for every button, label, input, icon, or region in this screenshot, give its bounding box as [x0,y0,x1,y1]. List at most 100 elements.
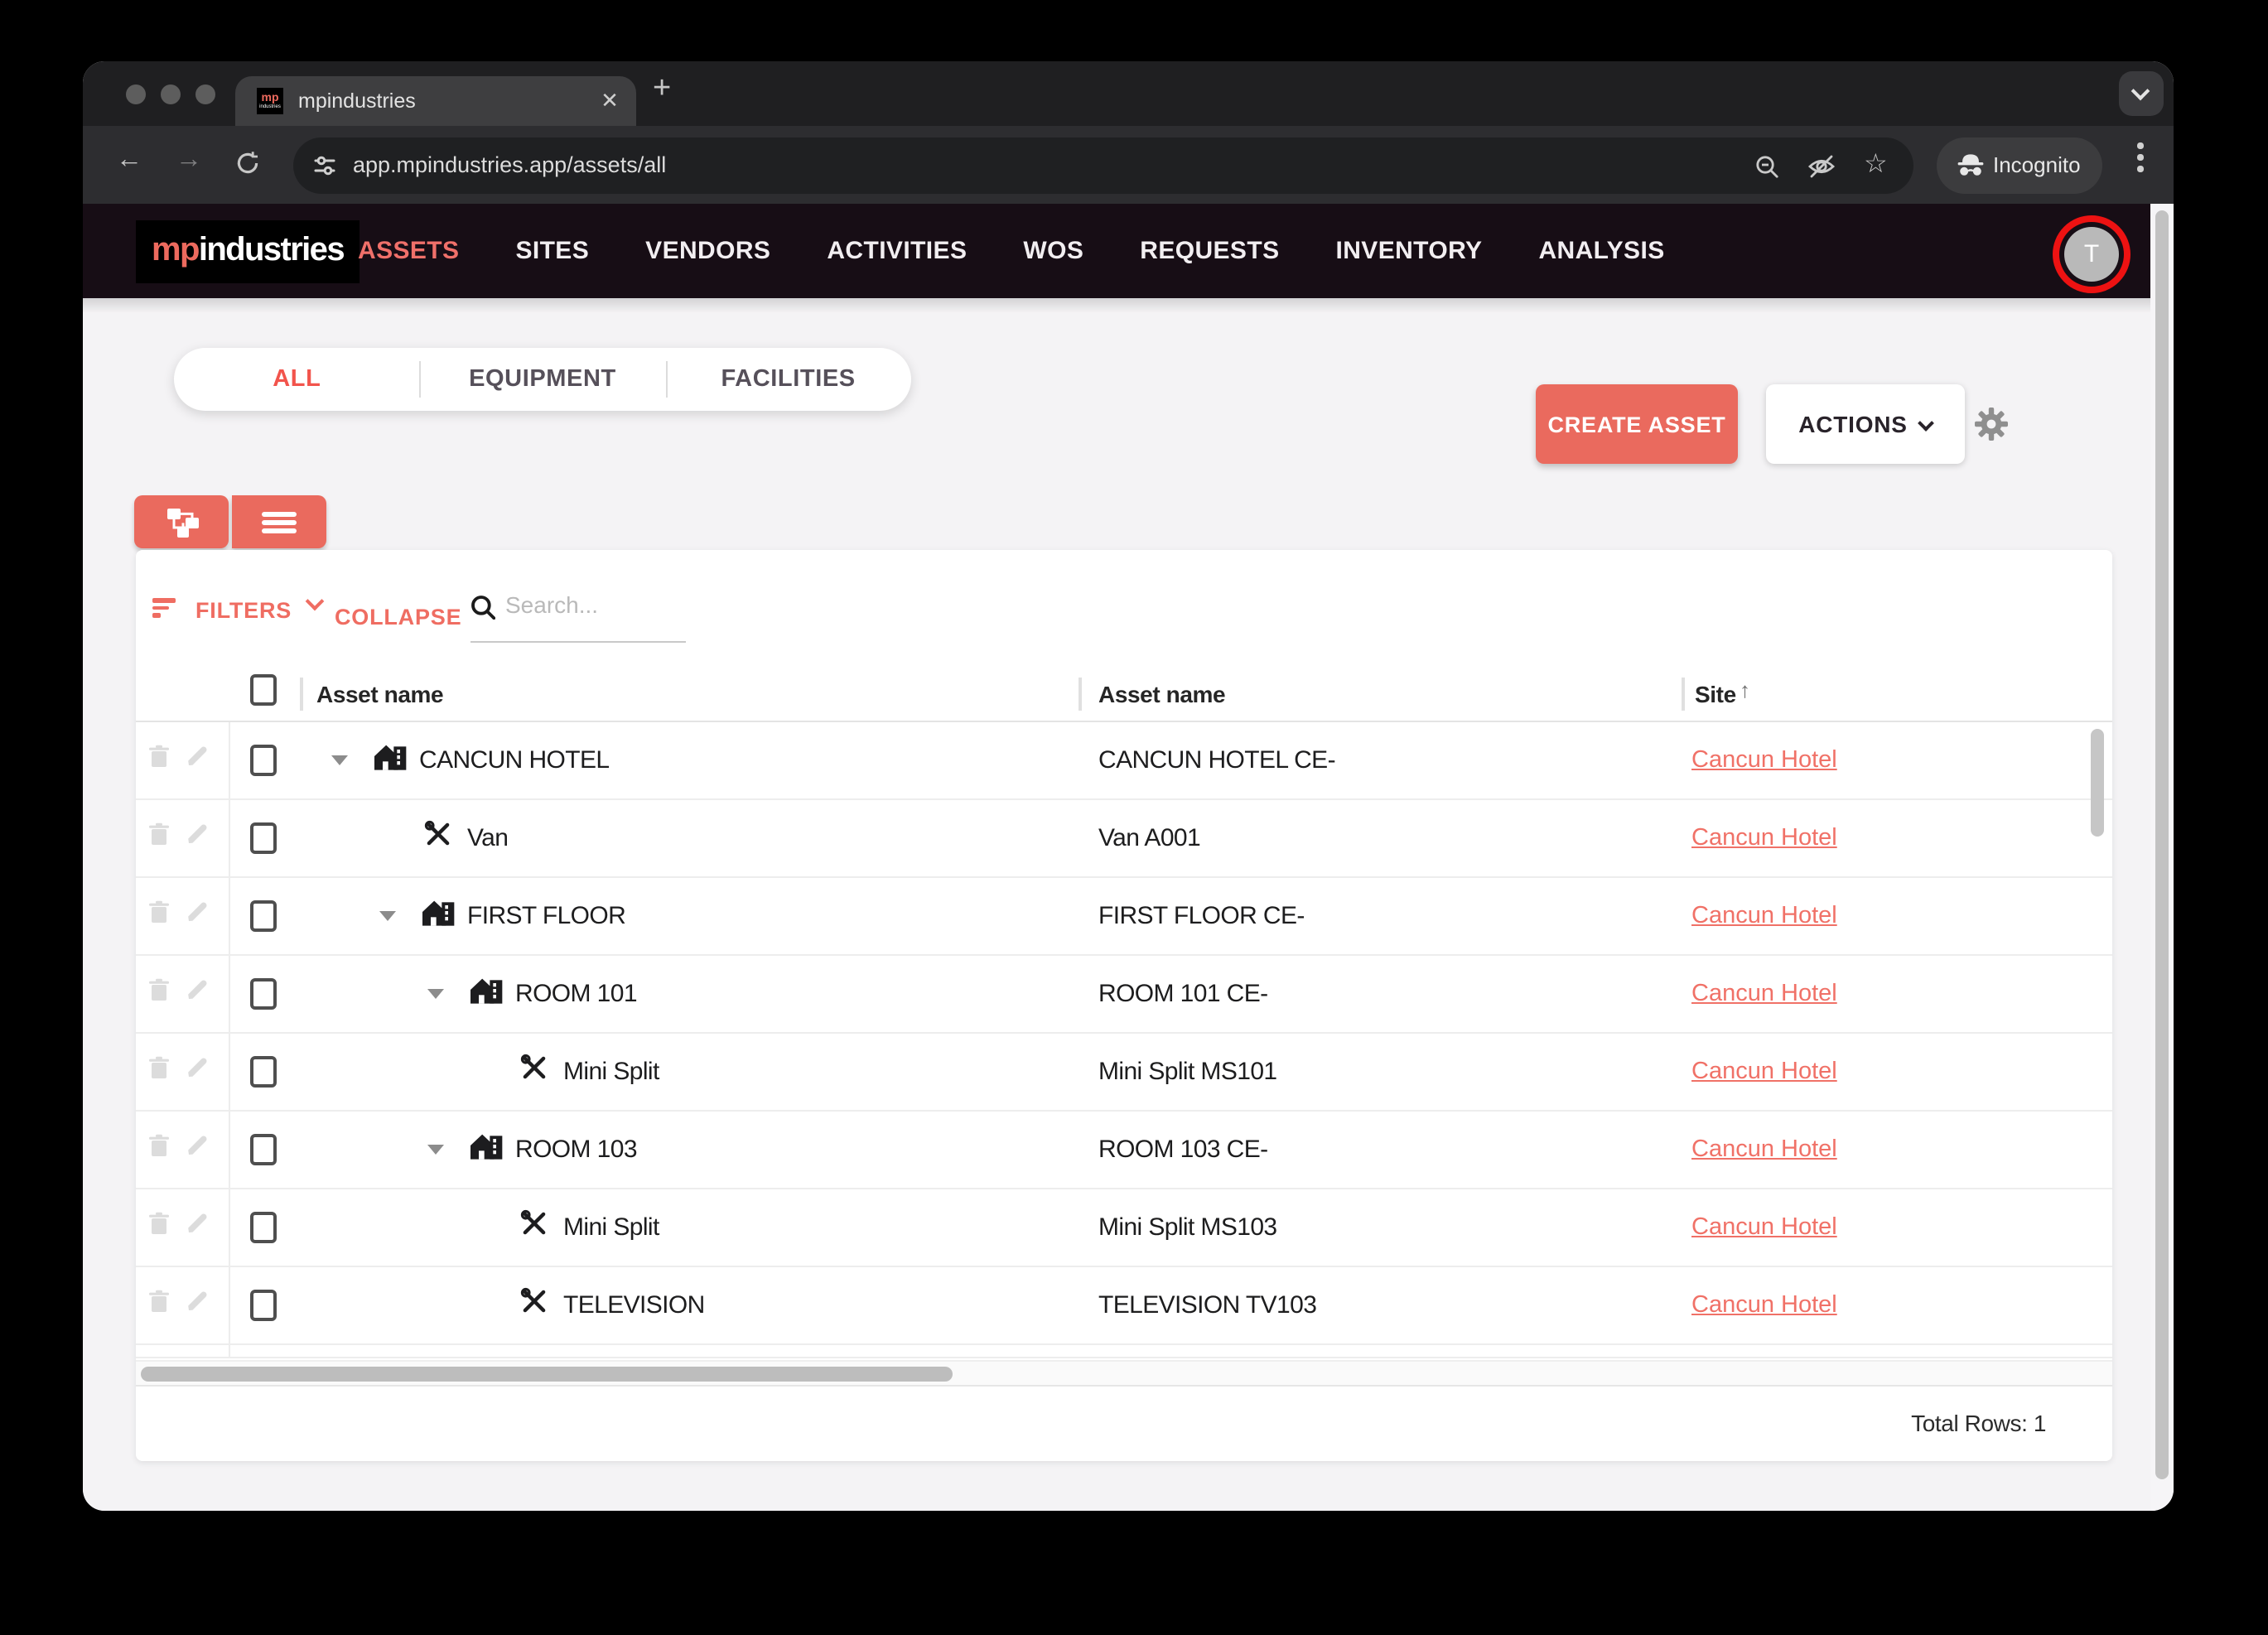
edit-row-icon[interactable] [186,978,209,1010]
expand-caret-icon[interactable] [427,1145,444,1155]
edit-row-icon[interactable] [186,745,209,776]
table-row[interactable]: Mini Split Mini Split MS103 Cancun Hotel [136,1189,2112,1267]
browser-tab[interactable]: mp industries mpindustries ✕ [235,76,636,126]
asset-type-icon [519,1208,550,1247]
new-tab-icon[interactable]: + [653,71,671,108]
expand-caret-icon[interactable] [379,911,396,921]
delete-row-icon[interactable] [149,978,169,1010]
reload-icon[interactable] [235,151,260,184]
row-checkbox[interactable] [250,822,277,854]
edit-row-icon[interactable] [186,1134,209,1165]
zoom-icon[interactable] [1754,153,1779,186]
bookmark-star-icon[interactable]: ☆ [1864,147,1888,180]
asset-tree-name: Mini Split [563,1213,659,1242]
delete-row-icon[interactable] [149,900,169,932]
delete-row-icon[interactable] [149,1212,169,1243]
site-settings-icon[interactable] [313,153,336,185]
header-site[interactable]: Site [1695,681,1736,707]
url-text[interactable]: app.mpindustries.app/assets/all [353,152,666,176]
row-checkbox[interactable] [250,745,277,776]
tree-view-icon [166,508,198,537]
filters-button[interactable]: FILTERS [195,598,292,623]
row-checkbox[interactable] [250,1134,277,1165]
avatar[interactable]: T [2064,227,2119,282]
back-icon[interactable]: ← [116,146,142,176]
site-link[interactable]: Cancun Hotel [1691,1059,1837,1085]
traffic-light-zoom[interactable] [195,84,215,104]
tab-search-chevron-icon[interactable] [2119,71,2164,116]
tree-view-button[interactable] [134,495,229,548]
traffic-light-minimize[interactable] [161,84,181,104]
row-checkbox[interactable] [250,900,277,932]
nav-item-wos[interactable]: WOS [1023,237,1083,265]
nav-item-requests[interactable]: REQUESTS [1140,237,1279,265]
site-link[interactable]: Cancun Hotel [1691,1136,1837,1163]
password-eye-off-icon[interactable] [1807,153,1836,186]
edit-row-icon[interactable] [186,822,209,854]
expand-caret-icon[interactable] [331,755,348,765]
site-link[interactable]: Cancun Hotel [1691,1214,1837,1241]
tab-all[interactable]: ALL [174,348,420,411]
browser-menu-icon[interactable] [2137,142,2144,177]
site-link[interactable]: Cancun Hotel [1691,747,1837,774]
tab-facilities[interactable]: FACILITIES [665,348,911,411]
table-row[interactable]: Mini Split Mini Split MS101 Cancun Hotel [136,1034,2112,1112]
delete-row-icon[interactable] [149,1290,169,1321]
asset-name-cell: Van A001 [1098,824,1201,852]
list-view-button[interactable] [232,495,326,548]
select-all-checkbox[interactable] [250,674,277,706]
edit-row-icon[interactable] [186,900,209,932]
row-checkbox[interactable] [250,1290,277,1321]
tab-close-icon[interactable]: ✕ [596,88,623,114]
nav-item-assets[interactable]: ASSETS [358,237,459,265]
row-checkbox[interactable] [250,1056,277,1088]
delete-row-icon[interactable] [149,1056,169,1088]
tab-equipment[interactable]: EQUIPMENT [419,348,666,411]
table-row[interactable]: ROOM 103 ROOM 103 CE- Cancun Hotel [136,1112,2112,1189]
delete-row-icon[interactable] [149,745,169,776]
table-horizontal-scrollbar[interactable] [141,1367,953,1382]
site-link[interactable]: Cancun Hotel [1691,1292,1837,1319]
table-vertical-scrollbar[interactable] [2091,729,2104,837]
nav-item-inventory[interactable]: INVENTORY [1336,237,1483,265]
edit-row-icon[interactable] [186,1290,209,1321]
browser-toolbar: ← → app.mpindustries.app/assets/all ☆ In… [83,126,2174,204]
table-row[interactable]: FIRST FLOOR FIRST FLOOR CE- Cancun Hotel [136,878,2112,956]
table-row[interactable]: ROOM 101 ROOM 101 CE- Cancun Hotel [136,956,2112,1034]
nav-item-analysis[interactable]: ANALYSIS [1538,237,1664,265]
edit-row-icon[interactable] [186,1212,209,1243]
create-asset-button[interactable]: CREATE ASSET [1536,384,1738,464]
edit-row-icon[interactable] [186,1056,209,1088]
header-asset-name[interactable]: Asset name [1098,681,1226,707]
site-link[interactable]: Cancun Hotel [1691,903,1837,929]
search-box [470,586,686,643]
delete-row-icon[interactable] [149,1134,169,1165]
site-link[interactable]: Cancun Hotel [1691,825,1837,851]
settings-gear-icon[interactable] [1971,404,2011,452]
nav-item-vendors[interactable]: VENDORS [645,237,770,265]
nav-item-activities[interactable]: ACTIVITIES [827,237,967,265]
table-row[interactable]: TELEVISION TELEVISION TV103 Cancun Hotel [136,1267,2112,1345]
table-row[interactable]: Van Van A001 Cancun Hotel [136,800,2112,878]
search-input[interactable] [505,591,679,618]
expand-caret-icon[interactable] [427,989,444,999]
row-checkbox[interactable] [250,1212,277,1243]
delete-row-icon[interactable] [149,822,169,854]
forward-icon[interactable]: → [176,146,202,176]
collapse-button[interactable]: COLLAPSE [335,605,461,629]
row-checkbox[interactable] [250,978,277,1010]
site-link[interactable]: Cancun Hotel [1691,981,1837,1007]
assets-table-card: FILTERS COLLAPSE Asset name Asset name S… [136,550,2112,1461]
asset-view-tabs: ALL EQUIPMENT FACILITIES [174,348,911,411]
app-logo[interactable]: mp industries [136,219,360,282]
sort-asc-icon[interactable]: ↑ [1740,678,1750,702]
header-asset-tree[interactable]: Asset name [316,681,444,707]
traffic-light-close[interactable] [126,84,146,104]
url-bar[interactable]: app.mpindustries.app/assets/all ☆ [293,137,1913,193]
table-row[interactable]: CANCUN HOTEL CANCUN HOTEL CE- Cancun Hot… [136,722,2112,800]
page-scrollbar[interactable] [2155,210,2169,1479]
nav-item-sites[interactable]: SITES [515,237,589,265]
column-divider [1682,678,1684,711]
actions-dropdown-button[interactable]: ACTIONS [1766,384,1965,464]
collapse-chevron-icon [305,591,325,611]
